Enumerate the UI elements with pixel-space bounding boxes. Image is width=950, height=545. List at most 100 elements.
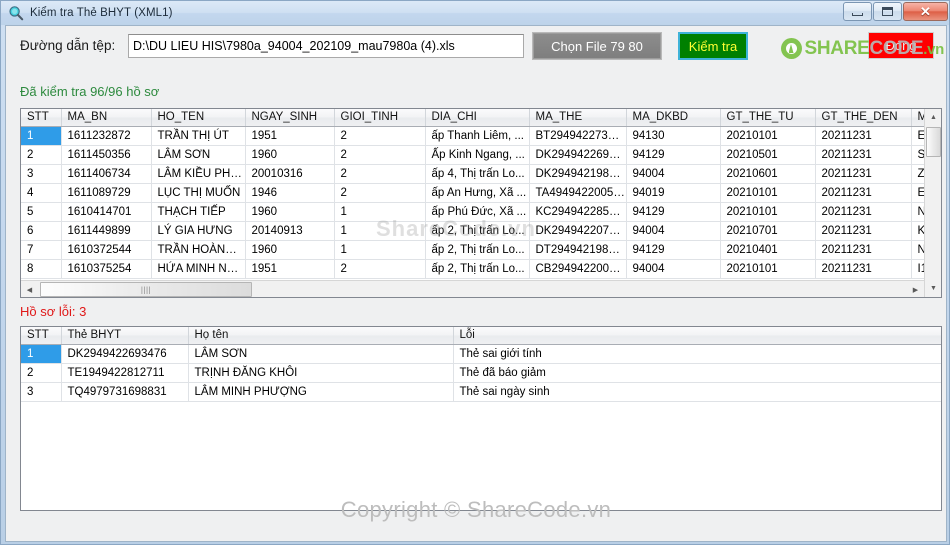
records-cell-gioi_tinh[interactable]: 2 [334, 183, 426, 203]
records-column-header-ngay_sinh[interactable]: NGAY_SINH [245, 109, 335, 127]
records-cell-ngay_sinh[interactable]: 1960 [245, 240, 335, 260]
records-table-row[interactable]: 2 1611450356 LÂM SƠN 1960 2 Ấp Kinh Ngang, ..… [21, 145, 940, 165]
records-cell-gioi_tinh[interactable]: 1 [334, 240, 426, 260]
records-cell-gioi_tinh[interactable]: 1 [334, 221, 426, 241]
records-cell-ho_ten[interactable]: LÂM KIỀU PHƯƠI [151, 164, 246, 184]
records-cell-ma_the[interactable]: TA4949422005479 [529, 183, 627, 203]
records-cell-ngay_sinh[interactable]: 1960 [245, 202, 335, 222]
records-table-row[interactable]: 1 1611232872 TRẦN THỊ ÚT 1951 2 ấp Thanh Liêm… [21, 126, 940, 146]
records-cell-ma_bn[interactable]: 1610372544 [61, 240, 152, 260]
records-cell-ho_ten[interactable]: HỨA MINH NGU... [151, 259, 246, 279]
errors-cell-ho_ten[interactable]: LÂM MINH PHƯỢNG [188, 382, 454, 402]
records-cell-gt_the_den[interactable]: 20211231 [815, 183, 912, 203]
records-cell-ngay_sinh[interactable]: 1951 [245, 259, 335, 279]
records-cell-ho_ten[interactable]: LỤC THỊ MUỐN [151, 183, 246, 203]
records-cell-dia_chi[interactable]: ấp 4, Thị trấn Lo... [425, 164, 530, 184]
errors-column-header-ho_ten[interactable]: Họ tên [188, 327, 454, 345]
records-cell-ho_ten[interactable]: THẠCH TIẾP [151, 202, 246, 222]
errors-cell-stt[interactable]: 3 [21, 382, 62, 402]
records-cell-ma_bn[interactable]: 1610414701 [61, 202, 152, 222]
records-cell-ma_the[interactable]: DT29494219859... [529, 240, 627, 260]
records-column-header-gioi_tinh[interactable]: GIOI_TINH [334, 109, 426, 127]
records-cell-ngay_sinh[interactable]: 1946 [245, 183, 335, 203]
records-table-row[interactable]: 71610372544TRẦN HOÀNG D...19601ấp 2, Thị… [21, 240, 940, 260]
records-cell-ma_bn[interactable]: 1611089729 [61, 183, 152, 203]
records-cell-ma_dkbd[interactable]: 94004 [626, 164, 721, 184]
errors-cell-the_bhyt[interactable]: TE1949422812711 [61, 363, 189, 383]
records-cell-gt_the_den[interactable]: 20211231 [815, 164, 912, 184]
records-cell-gt_the_den[interactable]: 20211231 [815, 202, 912, 222]
records-cell-ma_bn[interactable]: 1611406734 [61, 164, 152, 184]
records-table-row[interactable]: 6 1611449899 LÝ GIA HƯNG 20140913 1 ấp 2, Thị… [21, 221, 940, 241]
records-grid[interactable]: STT MA_BN HO_TEN NGAY_SINH GIOI_TINH DIA_CHI M… [20, 108, 942, 298]
records-cell-ma_dkbd[interactable]: 94129 [626, 240, 721, 260]
records-column-header-ma_dkbd[interactable]: MA_DKBD [626, 109, 721, 127]
records-cell-ma_the[interactable]: DK29494220711... [529, 221, 627, 241]
records-cell-ma_bn[interactable]: 1611232872 [61, 126, 152, 146]
errors-cell-loi[interactable]: Thẻ sai giới tính [453, 344, 941, 364]
errors-column-header-the_bhyt[interactable]: Thẻ BHYT [61, 327, 189, 345]
records-cell-gioi_tinh[interactable]: 1 [334, 202, 426, 222]
records-cell-gt_the_den[interactable]: 20211231 [815, 221, 912, 241]
records-column-header-dia_chi[interactable]: DIA_CHI [425, 109, 530, 127]
file-path-input[interactable]: D:\DU LIEU HIS\7980a_94004_202109_mau798… [128, 34, 524, 58]
errors-cell-loi[interactable]: Thẻ sai ngày sinh [453, 382, 941, 402]
records-table-row[interactable]: 4 1611089729 LỤC THỊ MUỐN 1946 2 ấp An Hưng, … [21, 183, 940, 203]
window-close-button[interactable]: ✕ [903, 2, 948, 21]
records-cell-stt[interactable]: 7 [21, 240, 62, 260]
records-cell-ma_the[interactable]: BT2949422735420 [529, 126, 627, 146]
records-column-header-gt_the_den[interactable]: GT_THE_DEN [815, 109, 912, 127]
records-cell-ma_dkbd[interactable]: 94129 [626, 202, 721, 222]
records-hscroll-thumb[interactable]: |||| [40, 282, 252, 297]
scroll-right-icon[interactable]: ▶ [907, 281, 924, 297]
records-cell-dia_chi[interactable]: ấp Thanh Liêm, ... [425, 126, 530, 146]
records-cell-gt_the_tu[interactable]: 20210701 [720, 221, 816, 241]
records-cell-gt_the_tu[interactable]: 20210101 [720, 183, 816, 203]
records-table-row[interactable]: 3 1611406734 LÂM KIỀU PHƯƠI 20010316 2 ấp 4, … [21, 164, 940, 184]
records-cell-dia_chi[interactable]: ấp 2, Thị trấn Lo... [425, 240, 530, 260]
errors-table-row[interactable]: 2 TE1949422812711 TRỊNH ĐĂNG KHÔI Thẻ đã bá… [21, 363, 941, 383]
records-cell-stt[interactable]: 5 [21, 202, 62, 222]
records-cell-gioi_tinh[interactable]: 2 [334, 145, 426, 165]
records-column-header-ho_ten[interactable]: HO_TEN [151, 109, 246, 127]
choose-file-button[interactable]: Chọn File 79 80 [532, 32, 662, 60]
records-column-header-ma_the[interactable]: MA_THE [529, 109, 627, 127]
records-cell-ma_the[interactable]: DK29494219846... [529, 164, 627, 184]
records-cell-ngay_sinh[interactable]: 20140913 [245, 221, 335, 241]
records-cell-ho_ten[interactable]: TRẦN HOÀNG D... [151, 240, 246, 260]
records-cell-ma_dkbd[interactable]: 94130 [626, 126, 721, 146]
records-cell-gt_the_den[interactable]: 20211231 [815, 126, 912, 146]
records-horizontal-scrollbar[interactable]: ◀ |||| ▶ [21, 280, 924, 297]
scroll-left-icon[interactable]: ◀ [21, 281, 38, 297]
records-column-header-stt[interactable]: STT [21, 109, 62, 127]
records-cell-ma_bn[interactable]: 1611450356 [61, 145, 152, 165]
scroll-down-icon[interactable]: ▼ [925, 280, 941, 297]
errors-table-row[interactable]: 3 TQ4979731698831 LÂM MINH PHƯỢNG Thẻ sai n… [21, 382, 941, 402]
check-button[interactable]: Kiểm tra [678, 32, 748, 60]
records-cell-gioi_tinh[interactable]: 2 [334, 164, 426, 184]
records-cell-ngay_sinh[interactable]: 20010316 [245, 164, 335, 184]
records-cell-ma_bn[interactable]: 1611449899 [61, 221, 152, 241]
records-column-header-ma_bn[interactable]: MA_BN [61, 109, 152, 127]
records-cell-ngay_sinh[interactable]: 1951 [245, 126, 335, 146]
records-cell-dia_chi[interactable]: ấp 2, Thị trấn Lo... [425, 221, 530, 241]
records-cell-ma_the[interactable]: DK29494226934... [529, 145, 627, 165]
records-cell-dia_chi[interactable]: ấp Phú Đức, Xã ... [425, 202, 530, 222]
records-cell-gt_the_tu[interactable]: 20210401 [720, 240, 816, 260]
records-cell-stt[interactable]: 2 [21, 145, 62, 165]
records-cell-ma_dkbd[interactable]: 94004 [626, 259, 721, 279]
errors-table-row[interactable]: 1 DK2949422693476 LÂM SƠN Thẻ sai giới tính [21, 344, 941, 364]
records-cell-gt_the_tu[interactable]: 20210501 [720, 145, 816, 165]
errors-grid[interactable]: STT Thẻ BHYT Họ tên Lỗi 1 DK2949422693476 LÂM… [20, 326, 942, 511]
records-cell-gt_the_den[interactable]: 20211231 [815, 240, 912, 260]
minimize-button[interactable] [843, 2, 872, 21]
records-cell-stt[interactable]: 3 [21, 164, 62, 184]
records-cell-ma_bn[interactable]: 1610375254 [61, 259, 152, 279]
records-vscroll-thumb[interactable] [926, 127, 941, 157]
records-cell-gioi_tinh[interactable]: 2 [334, 259, 426, 279]
records-cell-dia_chi[interactable]: ấp 2, Thị trấn Lo... [425, 259, 530, 279]
errors-cell-stt[interactable]: 2 [21, 363, 62, 383]
records-cell-ngay_sinh[interactable]: 1960 [245, 145, 335, 165]
records-cell-gt_the_den[interactable]: 20211231 [815, 145, 912, 165]
records-cell-dia_chi[interactable]: Ấp Kinh Ngang, ... [425, 145, 530, 165]
